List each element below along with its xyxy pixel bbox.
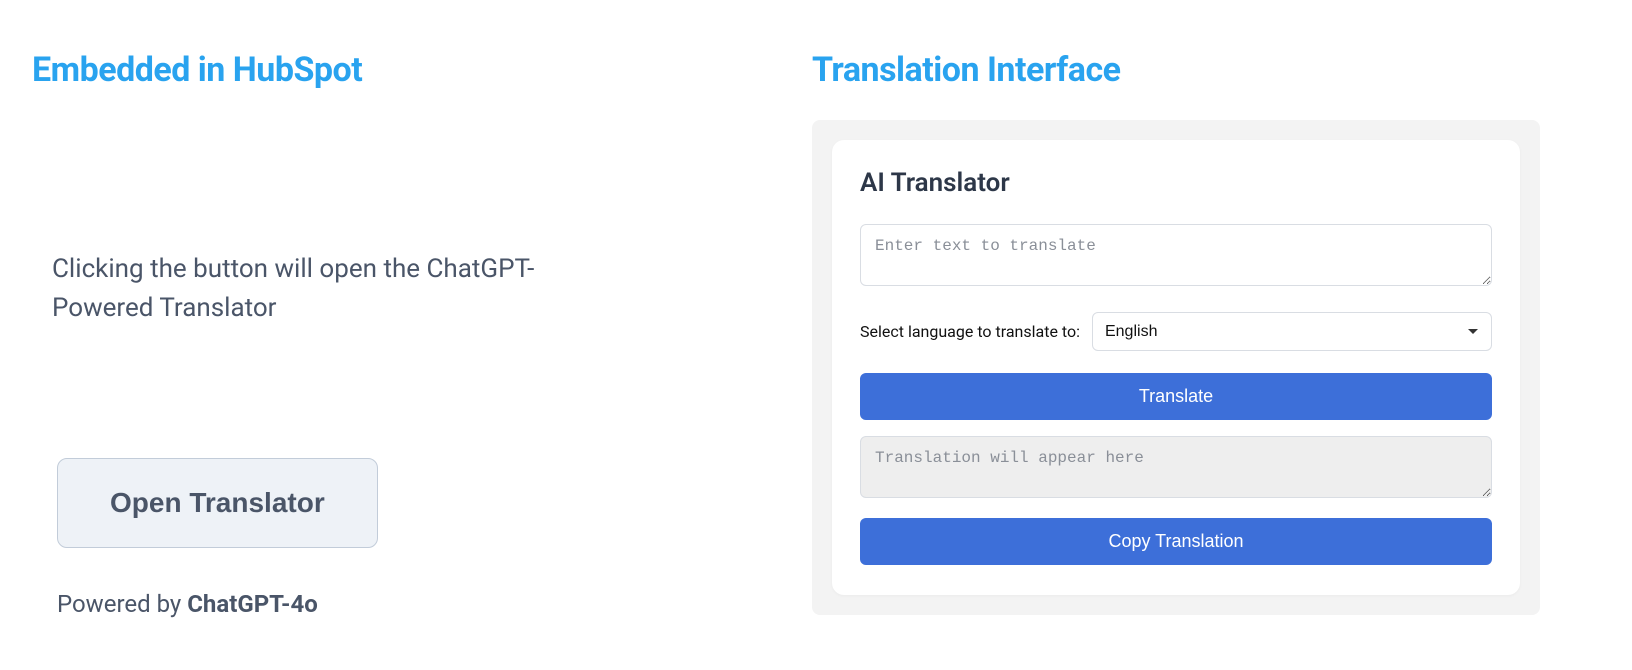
embedded-heading: Embedded in HubSpot bbox=[32, 50, 732, 90]
powered-by-brand: ChatGPT-4o bbox=[187, 590, 318, 618]
interface-panel: AI Translator Select language to transla… bbox=[812, 120, 1540, 615]
source-text-input[interactable] bbox=[860, 224, 1492, 286]
output-text-area[interactable] bbox=[860, 436, 1492, 498]
translate-button[interactable]: Translate bbox=[860, 373, 1492, 420]
translator-card: AI Translator Select language to transla… bbox=[832, 140, 1520, 595]
copy-translation-button[interactable]: Copy Translation bbox=[860, 518, 1492, 565]
powered-by-text: Powered by ChatGPT-4o bbox=[57, 590, 732, 618]
language-select[interactable]: English bbox=[1092, 312, 1492, 351]
embedded-section: Embedded in HubSpot Clicking the button … bbox=[32, 50, 732, 640]
interface-heading: Translation Interface bbox=[812, 50, 1540, 90]
powered-by-prefix: Powered by bbox=[57, 590, 187, 618]
language-label: Select language to translate to: bbox=[860, 322, 1080, 341]
language-row: Select language to translate to: English bbox=[860, 312, 1492, 351]
embedded-description: Clicking the button will open the ChatGP… bbox=[32, 250, 552, 328]
interface-section: Translation Interface AI Translator Sele… bbox=[812, 50, 1600, 640]
open-translator-button[interactable]: Open Translator bbox=[57, 458, 378, 548]
card-title: AI Translator bbox=[860, 168, 1492, 198]
